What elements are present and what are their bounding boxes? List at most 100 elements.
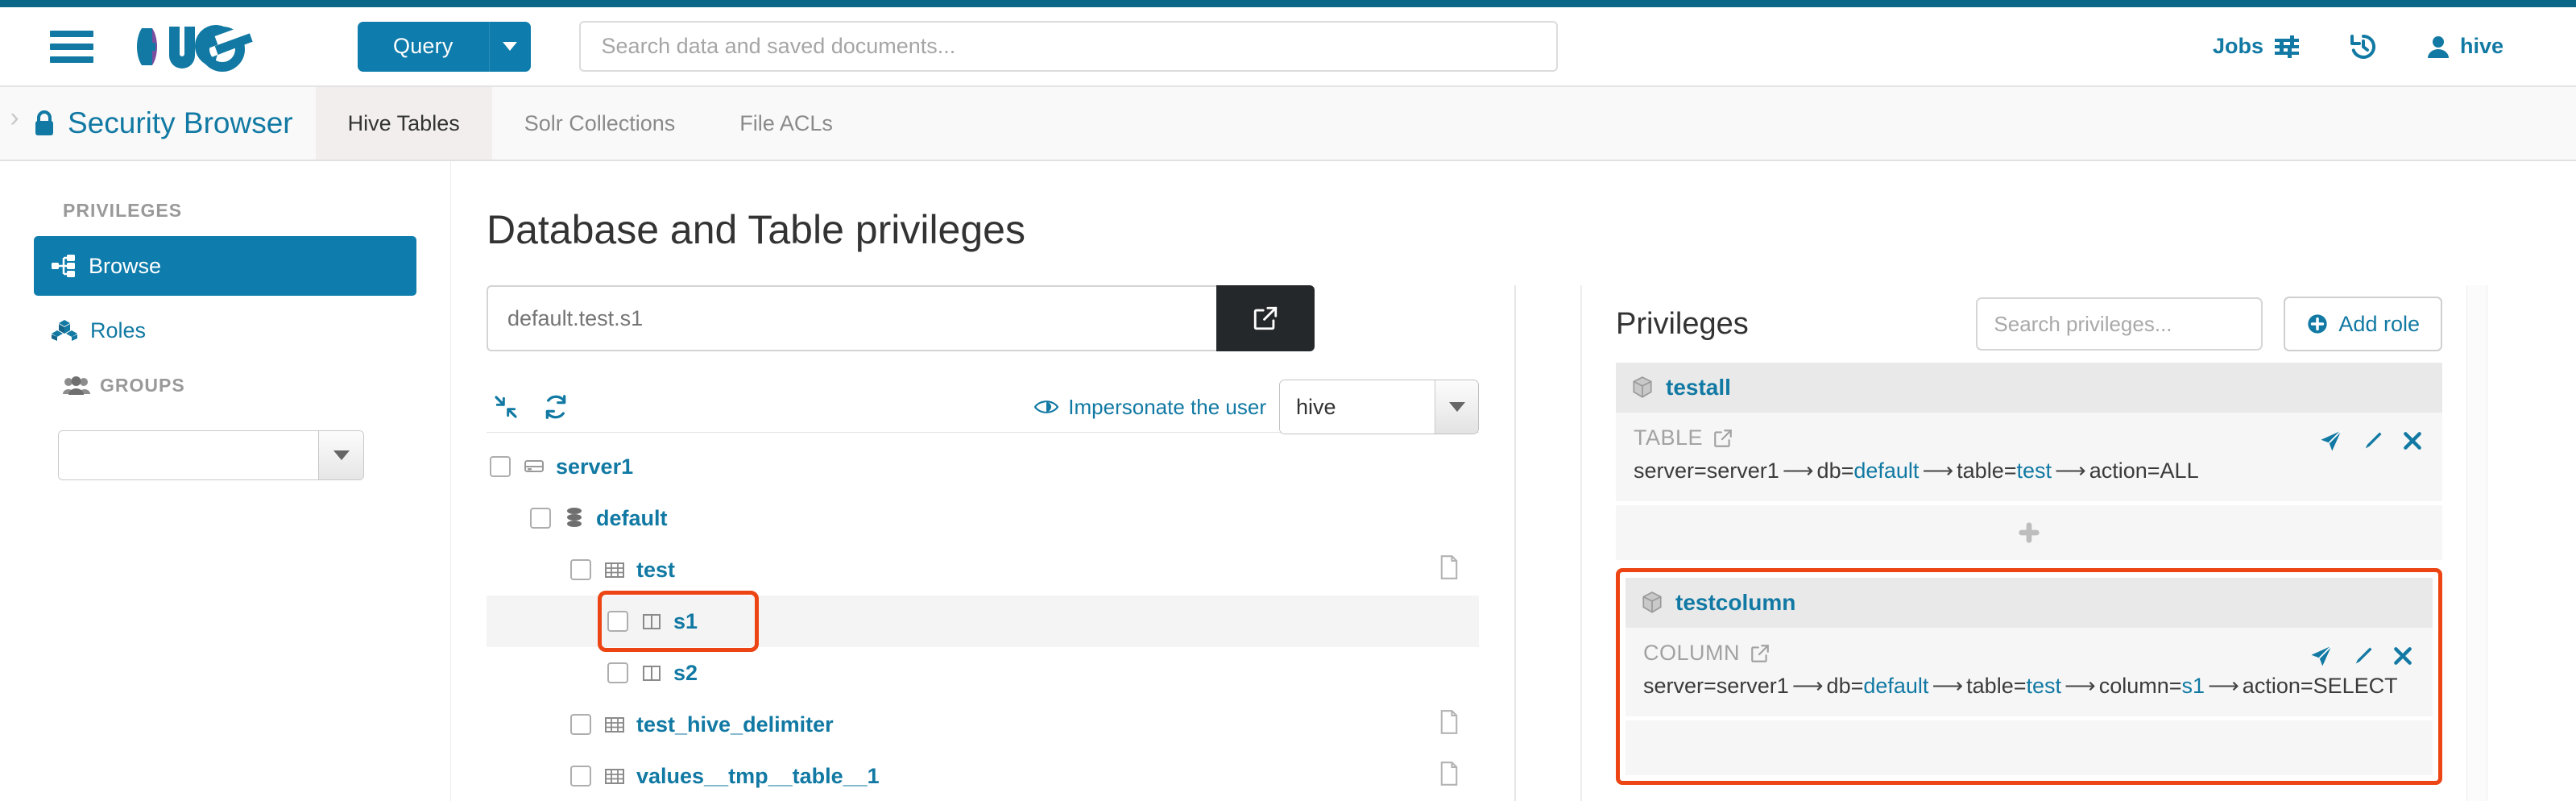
arrow-glyph: ⟶ (2052, 459, 2089, 483)
tree-row-label[interactable]: s1 (673, 609, 698, 634)
delete-x-icon[interactable] (2402, 430, 2423, 452)
file-icon[interactable] (1439, 710, 1460, 740)
privileges-search-input[interactable] (1976, 297, 2263, 351)
privileges-title: Privileges (1616, 307, 1749, 342)
external-link-icon (1252, 305, 1279, 332)
expr-table-key: table= (1957, 459, 2016, 483)
impersonate-label: Impersonate the user (1068, 395, 1266, 420)
role-name[interactable]: testcolumn (1675, 590, 1795, 616)
query-dropdown-button[interactable] (489, 22, 531, 72)
jobs-nav-item[interactable]: Jobs (2213, 34, 2301, 59)
tree-checkbox[interactable] (490, 456, 511, 477)
path-input[interactable] (487, 285, 1216, 351)
tree-row-label[interactable]: values__tmp__table__1 (636, 764, 880, 789)
open-path-button[interactable] (1216, 285, 1315, 351)
expr-table-value[interactable]: test (2026, 674, 2061, 698)
groups-select[interactable] (58, 430, 364, 480)
external-link-icon[interactable] (1713, 428, 1733, 449)
tree-row-label[interactable]: s2 (673, 661, 698, 686)
expr-server: server=server1 (1634, 459, 1779, 483)
tree-checkbox[interactable] (530, 508, 551, 529)
role-name[interactable]: testall (1666, 375, 1731, 400)
tree-row[interactable]: s1 (487, 596, 1479, 647)
sub-header: › Security Browser Hive Tables Solr Coll… (0, 87, 2576, 161)
tree-row-label[interactable]: test_hive_delimiter (636, 712, 834, 737)
chevron-right-icon[interactable]: › (0, 87, 29, 160)
expr-action: action=SELECT (2243, 674, 2398, 698)
search-input[interactable] (579, 21, 1558, 72)
sliders-icon (2273, 35, 2301, 59)
caret-down-icon (1449, 402, 1465, 412)
hamburger-icon[interactable] (50, 31, 93, 63)
arrow-glyph: ⟶ (1779, 459, 1817, 483)
privileges-pane: Privileges Add role (1582, 285, 2466, 801)
hue-logo[interactable] (132, 22, 293, 72)
add-privilege-button[interactable] (1616, 505, 2442, 560)
refresh-icon[interactable] (543, 394, 569, 420)
tree-row[interactable]: test_hive_delimiter (487, 699, 1479, 750)
table-icon (604, 714, 625, 735)
tree-row[interactable]: default (487, 492, 1479, 544)
tab-solr-collections[interactable]: Solr Collections (492, 87, 708, 160)
tree-checkbox[interactable] (570, 714, 591, 735)
edit-pencil-icon[interactable] (2362, 429, 2384, 453)
lock-icon (32, 109, 56, 138)
privilege-scope: COLUMN (1643, 641, 2415, 666)
impersonate-user-select[interactable]: hive (1279, 380, 1479, 434)
tab-file-acls[interactable]: File ACLs (707, 87, 865, 160)
sidebar-item-roles[interactable]: Roles (34, 301, 416, 360)
tree-row[interactable]: server1 (487, 441, 1479, 492)
privileges-scrollbar[interactable] (2466, 285, 2487, 801)
impersonate-toggle[interactable]: Impersonate the user (1034, 395, 1279, 420)
edit-pencil-icon[interactable] (2352, 644, 2375, 668)
query-button[interactable]: Query (358, 22, 489, 72)
groups-select-arrow[interactable] (318, 431, 363, 479)
external-link-icon[interactable] (1750, 643, 1770, 664)
expr-db-value[interactable]: default (1863, 674, 1928, 698)
role-header[interactable]: testall (1616, 363, 2442, 413)
arrow-glyph: ⟶ (1928, 674, 1966, 698)
tab-hive-tables[interactable]: Hive Tables (316, 87, 492, 160)
send-icon[interactable] (2309, 644, 2334, 668)
tree-checkbox[interactable] (607, 611, 628, 632)
page-body: PRIVILEGES Browse Roles (0, 161, 2576, 801)
privilege-expression: server=server1⟶db=default⟶table=test⟶act… (1634, 459, 2425, 484)
sidebar-item-browse[interactable]: Browse (34, 236, 416, 296)
history-nav-item[interactable] (2349, 32, 2378, 61)
collapse-arrows-icon[interactable] (493, 394, 519, 420)
privilege-scope: TABLE (1634, 425, 2425, 450)
tree-row[interactable]: s2 (487, 647, 1479, 699)
role-header[interactable]: testcolumn (1626, 578, 2433, 628)
app-title[interactable]: Security Browser (29, 87, 316, 160)
send-icon[interactable] (2318, 429, 2344, 453)
expr-column-value[interactable]: s1 (2182, 674, 2205, 698)
tree-row[interactable]: values__tmp__table__1 (487, 750, 1479, 801)
tree-row[interactable]: test (487, 544, 1479, 596)
arrow-glyph: ⟶ (1789, 674, 1827, 698)
add-privilege-placeholder[interactable] (1626, 720, 2433, 775)
file-icon[interactable] (1439, 555, 1460, 585)
tree-row-label[interactable]: test (636, 558, 675, 583)
tree-row-label[interactable]: server1 (556, 454, 633, 479)
privileges-header: Privileges Add role (1616, 285, 2442, 363)
privilege-expression: server=server1⟶db=default⟶table=test⟶col… (1643, 674, 2415, 699)
impersonate-user-arrow[interactable] (1435, 380, 1478, 434)
user-menu[interactable]: hive (2426, 34, 2504, 59)
add-role-button[interactable]: Add role (2284, 297, 2442, 351)
tree-row-label[interactable]: default (596, 506, 668, 531)
delete-x-icon[interactable] (2392, 645, 2413, 667)
expr-db-value[interactable]: default (1853, 459, 1919, 483)
role-block-testcolumn: testcolumn COLUMN (1616, 568, 2442, 785)
plus-circle-icon (2306, 313, 2329, 335)
query-button-group: Query (358, 22, 531, 72)
tab-bar: Hive Tables Solr Collections File ACLs (316, 87, 865, 160)
tree-checkbox[interactable] (570, 766, 591, 786)
cubes-icon (52, 319, 77, 342)
caret-down-icon (333, 450, 350, 460)
file-icon[interactable] (1439, 762, 1460, 791)
tree-checkbox[interactable] (607, 662, 628, 683)
tree-checkbox[interactable] (570, 559, 591, 580)
main-content: Database and Table privileges (451, 161, 2576, 801)
column-icon (641, 662, 662, 683)
expr-table-value[interactable]: test (2016, 459, 2052, 483)
